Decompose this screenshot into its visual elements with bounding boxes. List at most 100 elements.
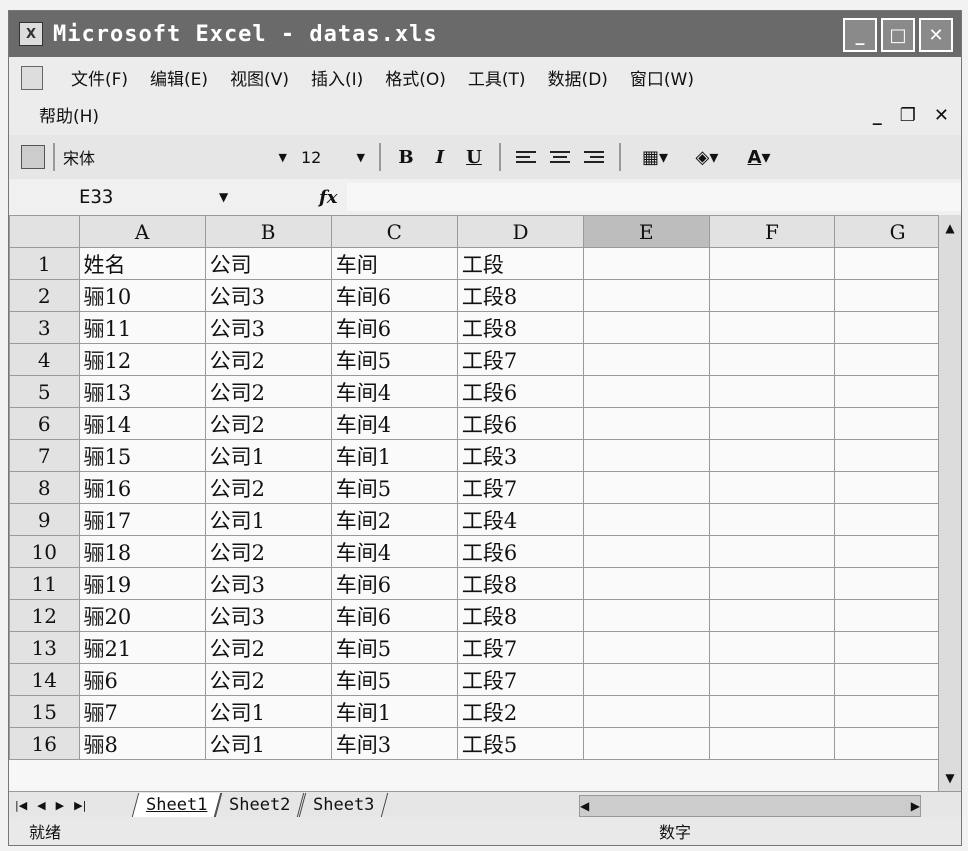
cell[interactable]: 骊20 bbox=[78, 599, 206, 632]
first-sheet-icon[interactable]: |◀ bbox=[15, 799, 27, 812]
cell[interactable]: 车间6 bbox=[330, 279, 458, 312]
prev-sheet-icon[interactable]: ◀ bbox=[37, 799, 45, 812]
cell[interactable]: 骊17 bbox=[78, 503, 206, 536]
cell[interactable]: 车间6 bbox=[330, 311, 458, 344]
cell[interactable]: 公司 bbox=[204, 247, 332, 280]
cell[interactable] bbox=[583, 631, 710, 664]
cell[interactable]: 工段3 bbox=[456, 439, 585, 472]
cell[interactable]: 工段7 bbox=[456, 631, 585, 664]
cell[interactable]: 车间5 bbox=[330, 471, 458, 504]
cell[interactable]: 骊8 bbox=[78, 727, 206, 760]
cell[interactable] bbox=[583, 279, 710, 312]
cell[interactable] bbox=[708, 535, 836, 568]
select-all-corner[interactable] bbox=[9, 215, 80, 248]
cell[interactable]: 车间5 bbox=[330, 663, 458, 696]
maximize-button[interactable]: □ bbox=[881, 18, 915, 52]
menu-insert[interactable]: 插入(I) bbox=[311, 65, 363, 90]
cell[interactable] bbox=[583, 343, 710, 376]
font-name-dropdown[interactable]: 宋体 ▼ bbox=[63, 143, 293, 171]
cell[interactable]: 骊13 bbox=[78, 375, 206, 408]
cell[interactable]: 车间4 bbox=[330, 535, 458, 568]
doc-restore-button[interactable]: ❐ bbox=[900, 105, 916, 126]
cell[interactable]: 车间5 bbox=[330, 343, 458, 376]
row-header[interactable]: 14 bbox=[9, 663, 80, 696]
cell[interactable]: 工段8 bbox=[456, 567, 585, 600]
menu-window[interactable]: 窗口(W) bbox=[630, 65, 694, 90]
cell[interactable]: 车间6 bbox=[330, 567, 458, 600]
doc-minimize-button[interactable]: _ bbox=[873, 105, 882, 126]
cell[interactable]: 姓名 bbox=[78, 247, 206, 280]
cell[interactable]: 骊21 bbox=[78, 631, 206, 664]
cell[interactable]: 车间2 bbox=[330, 503, 458, 536]
cell[interactable]: 车间4 bbox=[330, 407, 458, 440]
cell[interactable]: 车间6 bbox=[330, 599, 458, 632]
column-header-c[interactable]: C bbox=[330, 215, 458, 248]
row-header[interactable]: 10 bbox=[9, 535, 80, 568]
workbook-icon[interactable] bbox=[21, 65, 43, 90]
column-header-b[interactable]: B bbox=[204, 215, 332, 248]
cell[interactable] bbox=[708, 727, 836, 760]
font-size-dropdown[interactable]: 12 ▼ bbox=[301, 143, 371, 171]
column-header-e[interactable]: E bbox=[583, 215, 710, 248]
cell[interactable] bbox=[583, 535, 710, 568]
cell[interactable] bbox=[583, 727, 710, 760]
cell[interactable] bbox=[708, 631, 836, 664]
cell[interactable]: 工段8 bbox=[456, 279, 585, 312]
cell[interactable] bbox=[708, 375, 836, 408]
align-left-button[interactable] bbox=[511, 143, 541, 171]
next-sheet-icon[interactable]: ▶ bbox=[56, 799, 64, 812]
cell[interactable]: 车间1 bbox=[330, 695, 458, 728]
cell[interactable] bbox=[583, 375, 710, 408]
cell[interactable]: 骊10 bbox=[78, 279, 206, 312]
menu-tools[interactable]: 工具(T) bbox=[468, 65, 526, 90]
title-bar[interactable]: X Microsoft Excel - datas.xls _ □ ✕ bbox=[9, 11, 961, 57]
cell[interactable]: 骊12 bbox=[78, 343, 206, 376]
close-button[interactable]: ✕ bbox=[919, 18, 953, 52]
cell[interactable]: 骊19 bbox=[78, 567, 206, 600]
fx-icon[interactable]: fx bbox=[319, 187, 337, 208]
cell[interactable]: 工段4 bbox=[456, 503, 585, 536]
align-right-button[interactable] bbox=[579, 143, 609, 171]
excel-icon[interactable]: X bbox=[19, 22, 43, 46]
cell[interactable]: 公司2 bbox=[204, 375, 332, 408]
row-header[interactable]: 2 bbox=[9, 279, 80, 312]
row-header[interactable]: 12 bbox=[9, 599, 80, 632]
cell[interactable] bbox=[583, 311, 710, 344]
cell[interactable]: 骊15 bbox=[78, 439, 206, 472]
doc-close-button[interactable]: ✕ bbox=[934, 105, 949, 126]
row-header[interactable]: 8 bbox=[9, 471, 80, 504]
italic-button[interactable]: I bbox=[426, 143, 454, 171]
align-center-button[interactable] bbox=[545, 143, 575, 171]
cell[interactable]: 车间 bbox=[330, 247, 458, 280]
cell[interactable]: 工段2 bbox=[456, 695, 585, 728]
cell[interactable]: 骊14 bbox=[78, 407, 206, 440]
row-header[interactable]: 4 bbox=[9, 343, 80, 376]
cell[interactable]: 公司3 bbox=[204, 311, 332, 344]
vertical-scrollbar[interactable]: ▲ ▼ bbox=[938, 215, 961, 791]
last-sheet-icon[interactable]: ▶| bbox=[74, 799, 86, 812]
horizontal-scrollbar[interactable]: ◀ ▶ bbox=[579, 795, 921, 817]
cell[interactable] bbox=[583, 247, 710, 280]
menu-help[interactable]: 帮助(H) bbox=[39, 107, 99, 127]
chevron-down-icon[interactable]: ▼ bbox=[219, 190, 239, 204]
formula-input[interactable] bbox=[347, 183, 961, 211]
cell[interactable]: 工段7 bbox=[456, 471, 585, 504]
row-header[interactable]: 1 bbox=[9, 247, 80, 280]
cell[interactable]: 骊7 bbox=[78, 695, 206, 728]
cell[interactable] bbox=[583, 439, 710, 472]
fill-color-button[interactable]: ◈▾ bbox=[685, 143, 729, 171]
cell[interactable] bbox=[708, 695, 836, 728]
cell[interactable]: 骊6 bbox=[78, 663, 206, 696]
scroll-down-icon[interactable]: ▼ bbox=[939, 767, 961, 789]
cell[interactable]: 公司2 bbox=[204, 631, 332, 664]
cell[interactable]: 工段8 bbox=[456, 599, 585, 632]
column-header-a[interactable]: A bbox=[78, 215, 206, 248]
cell[interactable] bbox=[708, 567, 836, 600]
cell[interactable]: 公司1 bbox=[204, 503, 332, 536]
column-header-f[interactable]: F bbox=[708, 215, 836, 248]
cell[interactable] bbox=[708, 407, 836, 440]
cell[interactable]: 车间5 bbox=[330, 631, 458, 664]
cell[interactable]: 骊16 bbox=[78, 471, 206, 504]
cell[interactable]: 工段5 bbox=[456, 727, 585, 760]
scroll-left-icon[interactable]: ◀ bbox=[580, 799, 589, 813]
